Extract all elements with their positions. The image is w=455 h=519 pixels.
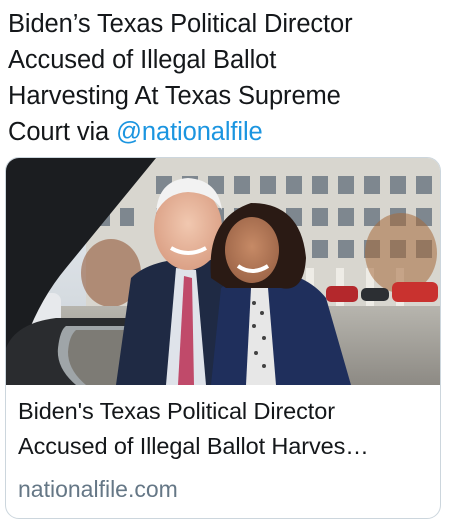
card-photo (6, 158, 440, 385)
card-title-line-2: Accused of Illegal Ballot Harves… (18, 433, 369, 459)
link-card[interactable]: Biden's Texas Political Director Accused… (5, 157, 441, 519)
card-title-line-1: Biden's Texas Political Director (18, 398, 335, 424)
card-domain[interactable]: nationalfile.com (18, 476, 178, 503)
tweet-line-4-prefix: Court via (8, 118, 117, 146)
tweet-line-4: Court via @nationalfile (8, 114, 448, 150)
tweet-line-1: Biden’s Texas Political Director (8, 10, 353, 38)
card-image[interactable] (6, 158, 440, 385)
mention-link[interactable]: @nationalfile (116, 118, 263, 146)
tweet-line-2: Accused of Illegal Ballot (8, 46, 277, 74)
tweet-text: Biden’s Texas Political Director Accused… (8, 6, 448, 150)
tweet-line-3: Harvesting At Texas Supreme (8, 82, 341, 110)
card-title[interactable]: Biden's Texas Political Director Accused… (18, 394, 438, 464)
